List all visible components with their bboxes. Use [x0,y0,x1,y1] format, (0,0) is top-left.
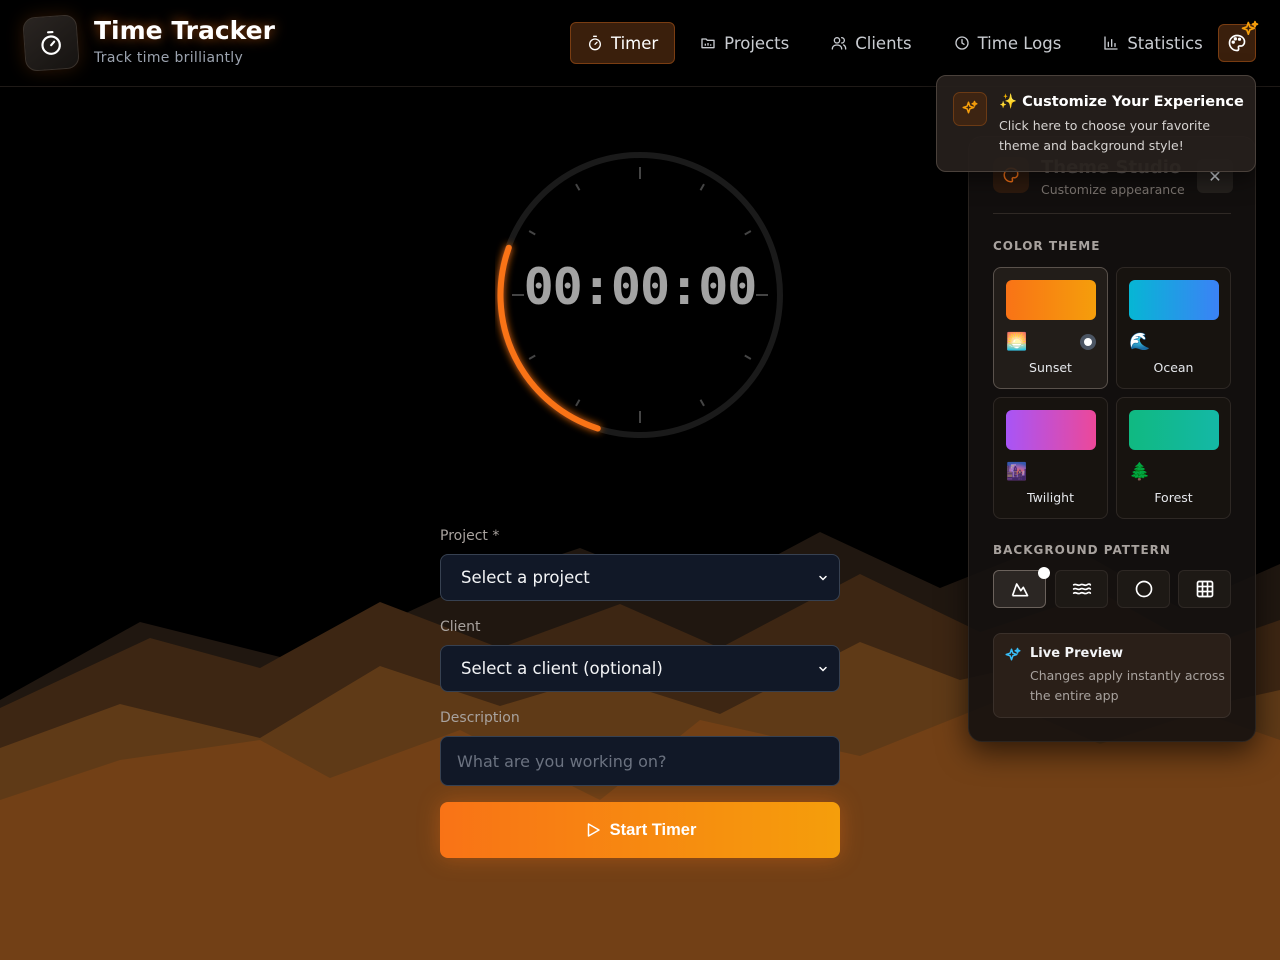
nav-projects[interactable]: Projects [683,22,806,64]
chevron-down-icon [819,666,827,672]
live-preview-title: Live Preview [1030,646,1124,661]
tooltip-title: ✨ Customize Your Experience [999,94,1244,110]
tooltip-text: Click here to choose your favorite theme… [999,118,1211,153]
start-timer-label: Start Timer [609,820,697,839]
panel-subtitle: Customize appearance [1041,182,1185,197]
live-preview-text: Changes apply instantly across the entir… [1030,668,1225,703]
theme-swatch [1006,410,1096,450]
app-logo [22,14,80,72]
sunrise-icon: 🌅 [1006,332,1028,352]
start-timer-button[interactable]: Start Timer [440,802,840,858]
nav-timer[interactable]: Timer [570,22,676,64]
nav-projects-label: Projects [724,33,790,53]
ring-tick [575,183,581,191]
pattern-circles-button[interactable] [1117,570,1170,608]
ring-tick [744,230,752,236]
bar-chart-icon [1104,36,1118,50]
waves-icon [1072,583,1091,595]
timer-display: 00:00:00 [523,258,758,316]
users-icon [831,37,847,50]
wave-icon: 🌊 [1129,332,1151,352]
background-pattern-heading: BACKGROUND PATTERN [993,543,1171,557]
app-title: Time Tracker [94,16,275,45]
customize-tooltip[interactable]: ✨ Customize Your Experience Click here t… [936,75,1256,172]
tree-icon: 🌲 [1129,462,1151,482]
chevron-down-icon [819,575,827,581]
sparkles-icon [962,100,978,114]
stopwatch-icon [589,35,601,51]
client-select[interactable]: Select a client (optional) [440,645,840,692]
mountain-icon [1011,583,1028,597]
theme-name: Sunset [1029,360,1072,375]
theme-card-sunset[interactable]: 🌅 Sunset [993,267,1108,389]
nav-time-logs-label: Time Logs [977,33,1062,53]
live-preview-card: Live Preview Changes apply instantly acr… [993,633,1231,718]
color-theme-heading: COLOR THEME [993,239,1101,253]
ring-tick [699,399,705,407]
ring-tick [699,183,705,191]
theme-card-twilight[interactable]: 🌆 Twilight [993,397,1108,519]
nav-statistics-label: Statistics [1127,33,1203,53]
nav-statistics[interactable]: Statistics [1086,22,1219,64]
nav-clients[interactable]: Clients [814,22,928,64]
client-select-value: Select a client (optional) [461,659,663,678]
project-select[interactable]: Select a project [440,554,840,601]
cityscape-icon: 🌆 [1006,462,1028,482]
sparkles-icon [1005,647,1021,661]
project-select-value: Select a project [461,568,590,587]
theme-card-ocean[interactable]: 🌊 Ocean [1116,267,1231,389]
ring-tick [528,354,536,360]
theme-swatch [1129,410,1219,450]
project-label: Project * [440,528,500,544]
timer-form: Project * Select a project Client Select… [440,528,840,858]
ring-tick [744,354,752,360]
play-icon [587,823,600,837]
theme-name: Forest [1154,490,1193,505]
description-label: Description [440,710,520,726]
clock-icon [954,36,969,50]
nav-clients-label: Clients [855,33,912,53]
nav-timer-label: Timer [611,33,659,53]
circle-icon [1135,580,1152,598]
description-input[interactable] [440,736,840,786]
theme-name: Ocean [1153,360,1194,375]
theme-studio-panel: Theme Studio Customize appearance ✕ COLO… [968,136,1256,742]
theme-card-forest[interactable]: 🌲 Forest [1116,397,1231,519]
stopwatch-icon [41,30,61,55]
nav-time-logs[interactable]: Time Logs [937,22,1079,64]
pattern-grid-button[interactable] [1178,570,1231,608]
pattern-selected-dot [1038,567,1050,579]
tooltip-badge [953,92,987,126]
app-subtitle: Track time brilliantly [94,50,244,66]
main-nav: Timer Projects Clients Time Logs Statist… [570,22,1220,64]
ring-tick [575,399,581,407]
grid-icon [1196,580,1213,598]
theme-name: Twilight [1027,490,1074,505]
theme-swatch [1006,280,1096,320]
theme-swatch [1129,280,1219,320]
ring-tick [528,230,536,236]
pattern-waves-button[interactable] [1055,570,1108,608]
client-label: Client [440,619,481,635]
selected-indicator [1080,334,1096,350]
app-header: Time Tracker Track time brilliantly Time… [0,0,1280,87]
sparkles-icon [1241,20,1259,36]
folder-icon [701,38,715,49]
panel-divider [993,213,1231,214]
